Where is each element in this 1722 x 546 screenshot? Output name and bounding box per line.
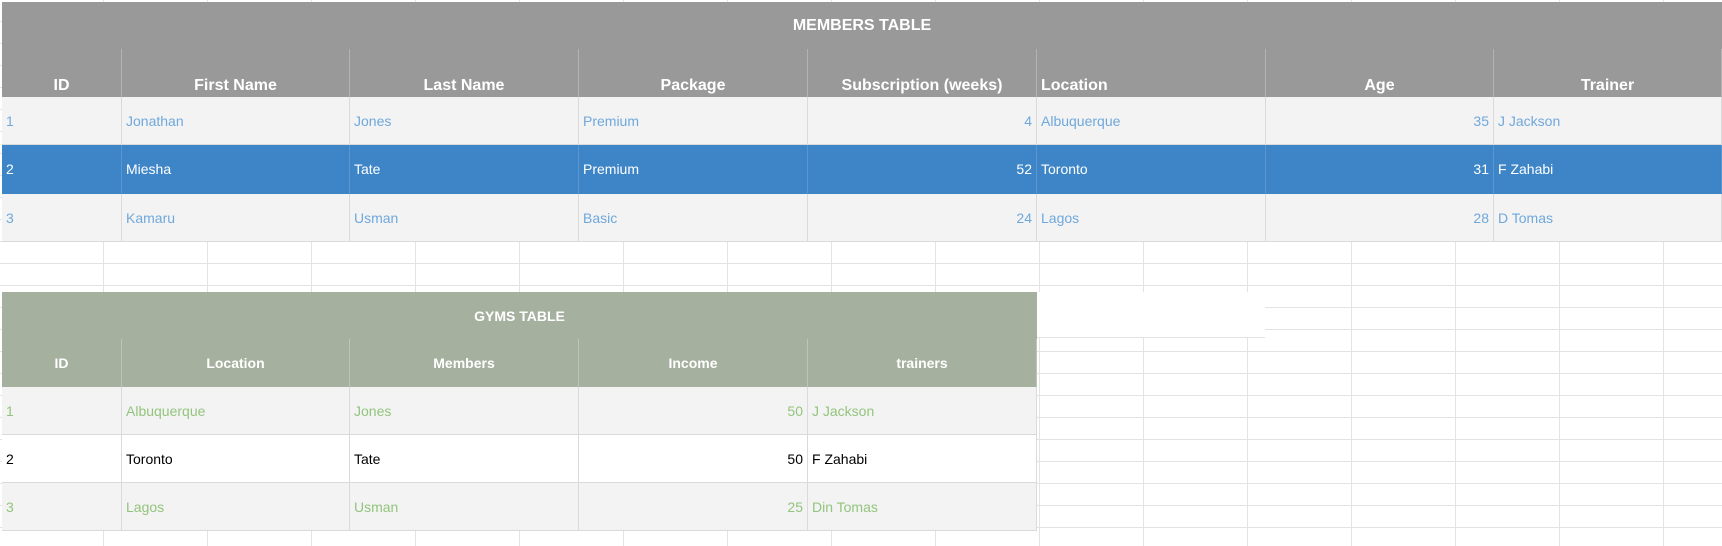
gyms-cell-income[interactable]: 50 [579,435,808,483]
merged-empty-cell[interactable] [1037,292,1265,338]
gyms-row-3[interactable]: 3 Lagos Usman 25 Din Tomas [0,483,1037,531]
gyms-header-income[interactable]: Income [579,339,808,387]
members-cell-trainer[interactable]: J Jackson [1494,97,1722,145]
gyms-cell-members[interactable]: Jones [350,387,579,435]
gyms-cell-location[interactable]: Lagos [122,483,350,531]
gyms-header-trainers[interactable]: trainers [808,339,1037,387]
gyms-cell-income[interactable]: 50 [579,387,808,435]
members-header-location[interactable]: Location [1037,49,1266,97]
members-cell-trainer[interactable]: F Zahabi [1494,145,1722,194]
gyms-cell-trainers[interactable]: Din Tomas [808,483,1037,531]
members-cell-age[interactable]: 31 [1266,145,1494,194]
gyms-header-members[interactable]: Members [350,339,579,387]
gyms-cell-id[interactable]: 3 [2,483,122,531]
members-cell-location[interactable]: Lagos [1037,194,1266,242]
members-cell-age[interactable]: 28 [1266,194,1494,242]
members-cell-trainer[interactable]: D Tomas [1494,194,1722,242]
gyms-cell-id[interactable]: 2 [2,435,122,483]
gyms-row-1[interactable]: 1 Albuquerque Jones 50 J Jackson [0,387,1037,435]
gyms-cell-trainers[interactable]: F Zahabi [808,435,1037,483]
gyms-header-location[interactable]: Location [122,339,350,387]
gyms-cell-location[interactable]: Albuquerque [122,387,350,435]
gyms-cell-members[interactable]: Usman [350,483,579,531]
members-cell-age[interactable]: 35 [1266,97,1494,145]
gyms-cell-id[interactable]: 1 [2,387,122,435]
gyms-cell-location[interactable]: Toronto [122,435,350,483]
gyms-cell-members[interactable]: Tate [350,435,579,483]
members-header-age[interactable]: Age [1266,49,1494,97]
gyms-row-2[interactable]: 2 Toronto Tate 50 F Zahabi [0,435,1037,483]
members-cell-location[interactable]: Toronto [1037,145,1266,194]
gyms-table: GYMS TABLE ID Location Members Income tr… [0,0,1037,546]
members-header-trainer[interactable]: Trainer [1494,49,1722,97]
gyms-header-id[interactable]: ID [2,339,122,387]
gyms-table-title[interactable]: GYMS TABLE [2,292,1037,339]
gyms-cell-income[interactable]: 25 [579,483,808,531]
gyms-cell-trainers[interactable]: J Jackson [808,387,1037,435]
members-cell-location[interactable]: Albuquerque [1037,97,1266,145]
